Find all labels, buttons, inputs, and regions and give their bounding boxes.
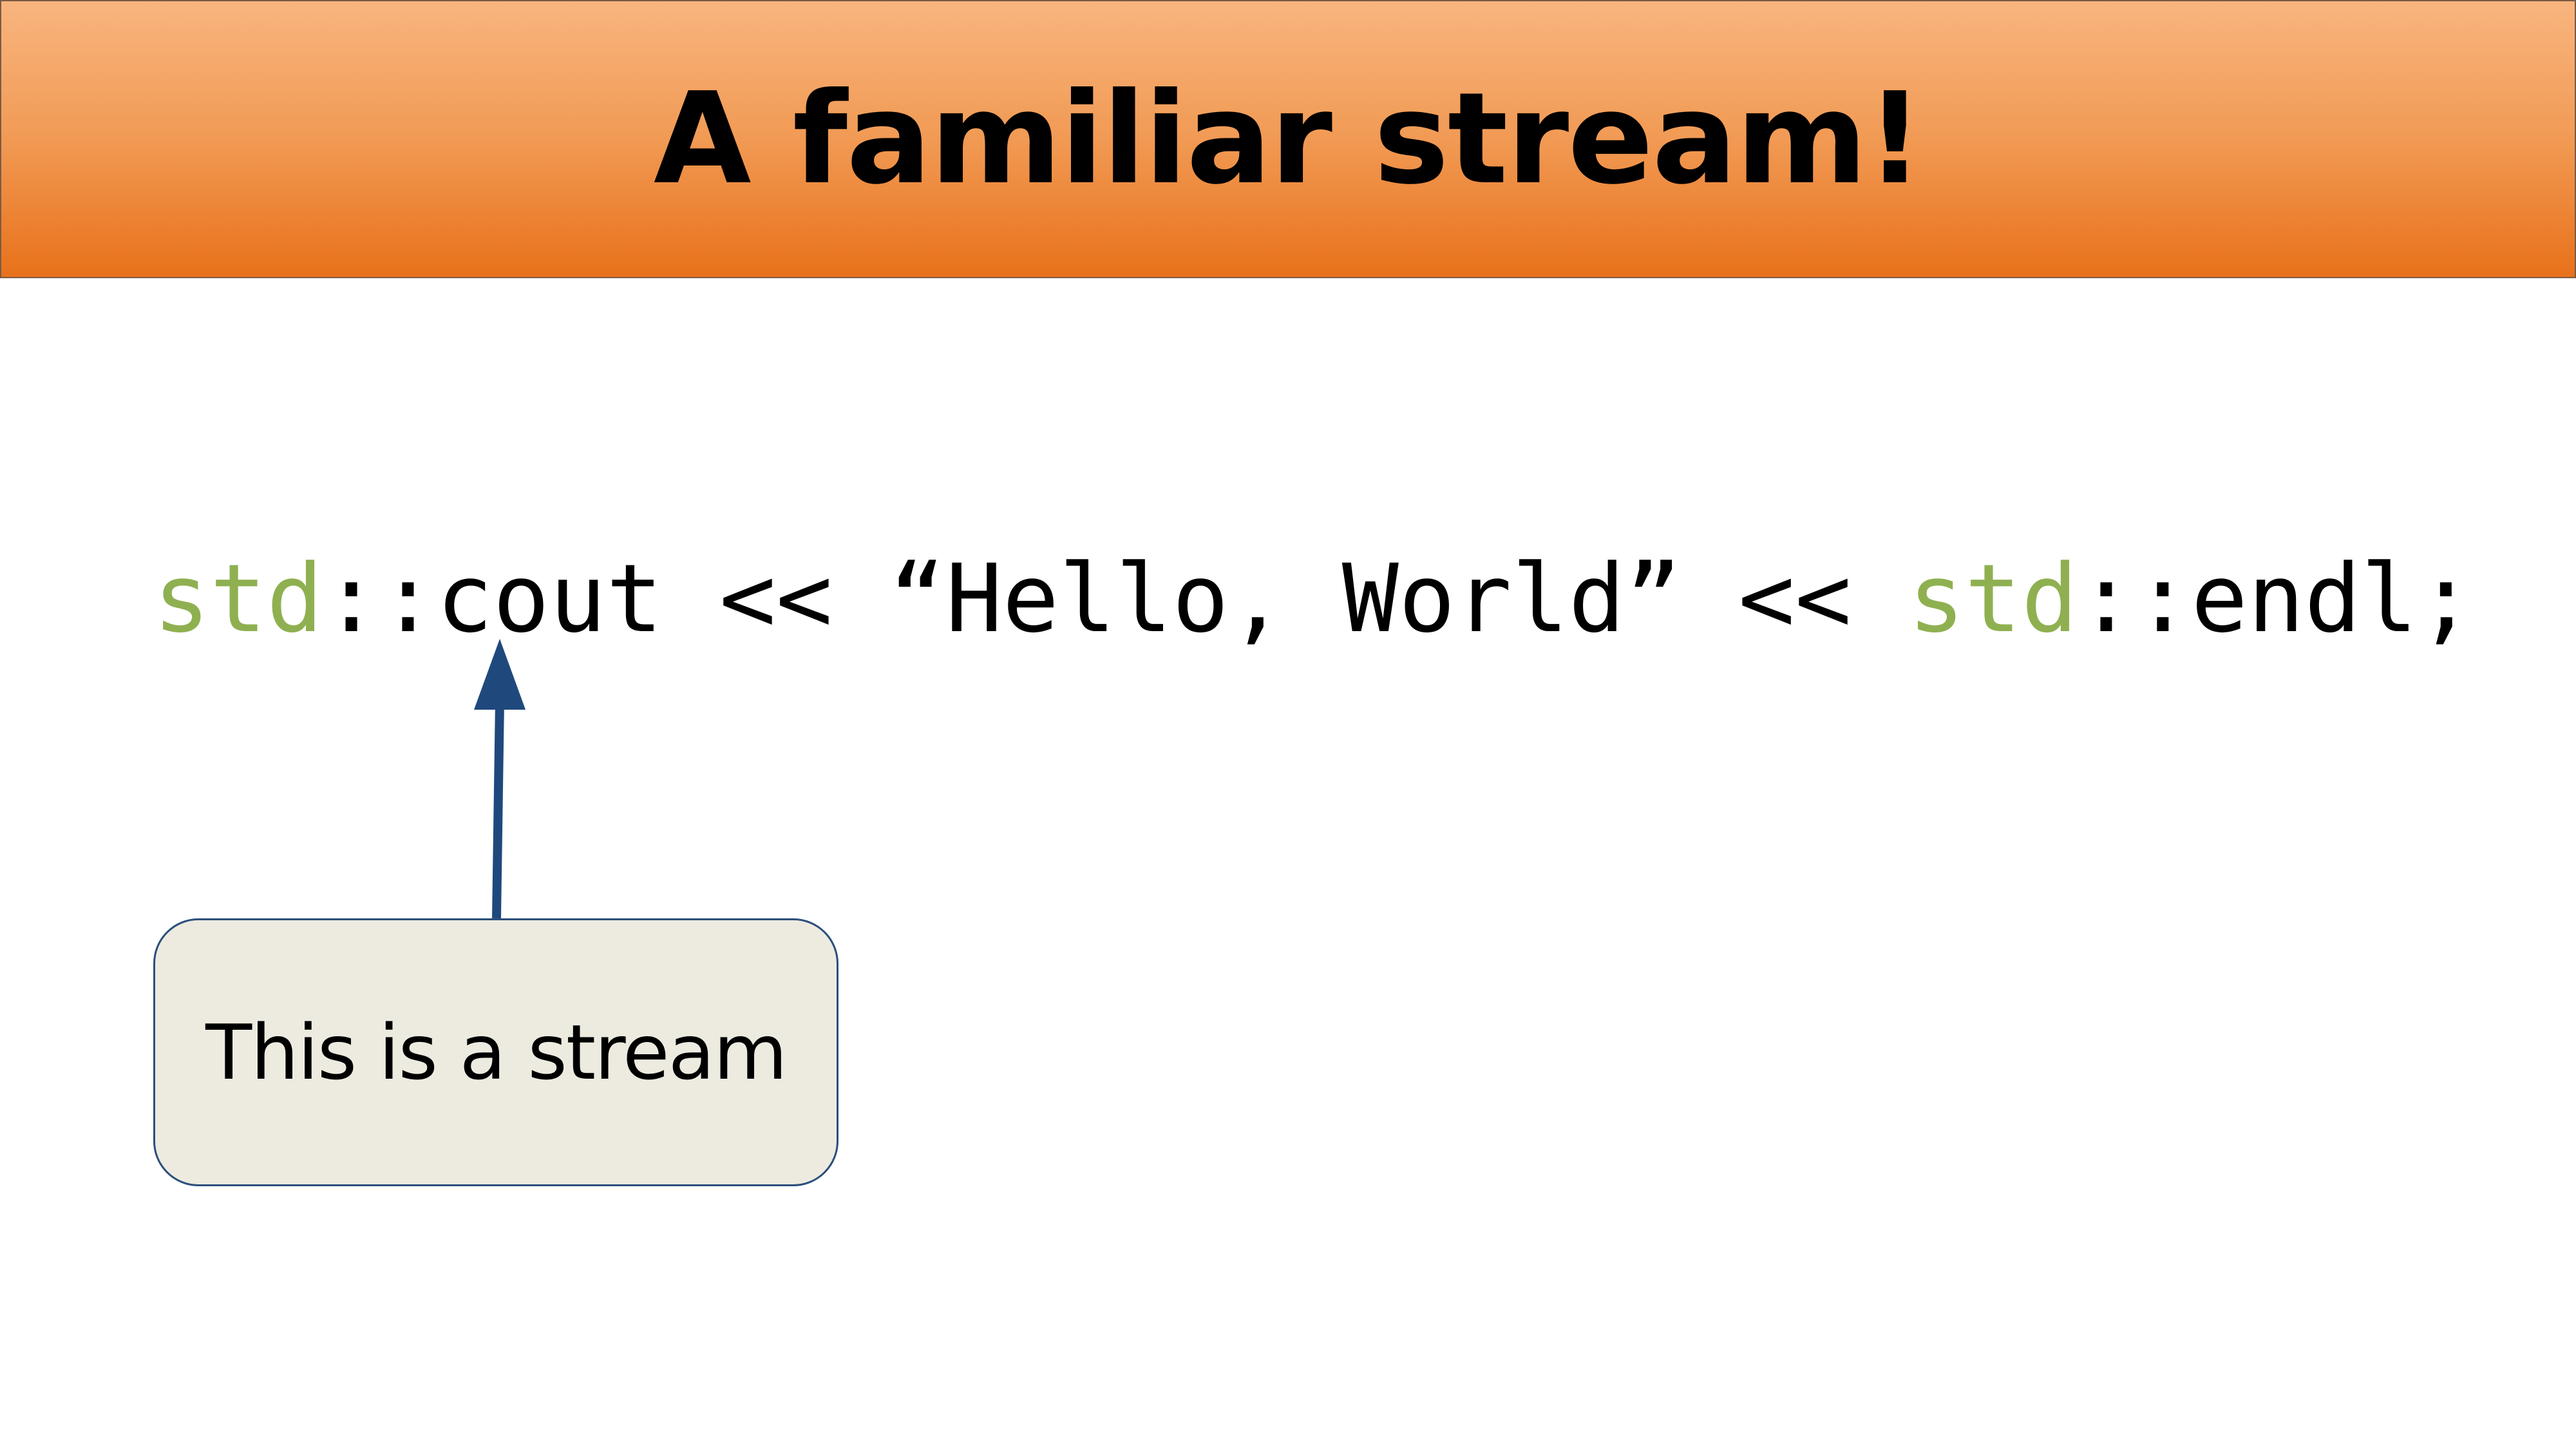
title-bar: A familiar stream! [0, 0, 2576, 278]
code-namespace-std: std [1908, 544, 2078, 654]
code-cout-expression: ::cout << “Hello, World” << [323, 544, 1908, 654]
code-namespace-std: std [153, 544, 323, 654]
arrow-shaft [492, 701, 504, 919]
callout-text: This is a stream [205, 1008, 788, 1097]
slide-title: A familiar stream! [653, 66, 1924, 213]
callout-box: This is a stream [153, 918, 838, 1186]
code-endl-expression: ::endl; [2078, 544, 2474, 654]
slide: A familiar stream! std::cout << “Hello, … [0, 0, 2576, 1449]
code-line: std::cout << “Hello, World” << std::endl… [153, 547, 2474, 650]
